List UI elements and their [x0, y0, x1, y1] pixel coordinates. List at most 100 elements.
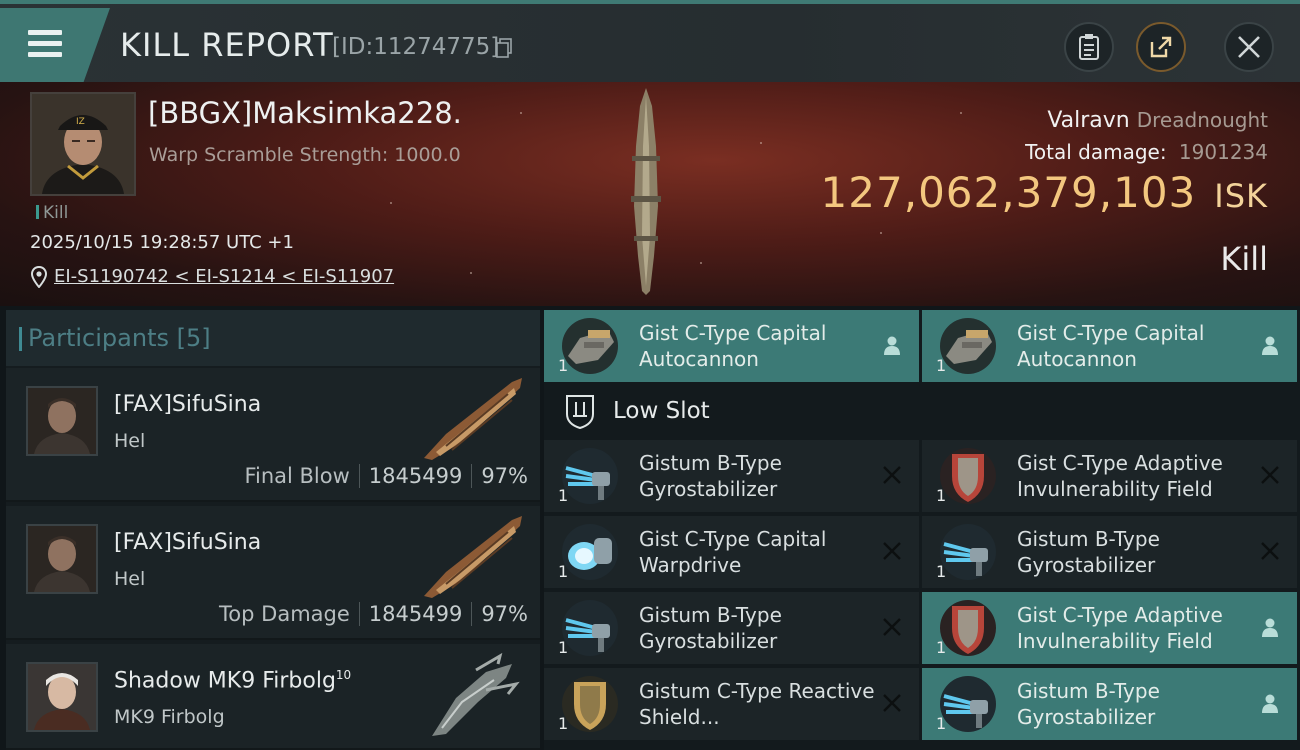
person-icon[interactable]: [1259, 334, 1281, 356]
participant-percent: 97%: [481, 602, 528, 626]
participant-avatar: [26, 662, 98, 732]
carrier-ship-icon: [424, 516, 522, 598]
low-slot-label: Low Slot: [613, 398, 710, 424]
participants-count: [5]: [176, 324, 211, 352]
isk-unit: ISK: [1214, 177, 1268, 215]
location-link[interactable]: EI-S1190742 < EI-S1214 < EI-S11907: [54, 266, 394, 287]
close-icon[interactable]: [881, 540, 903, 562]
participant-role: Final Blow: [244, 464, 350, 488]
module-name: Gistum B-Type Gyrostabilizer: [1017, 527, 1160, 577]
ship-name[interactable]: Valravn: [1047, 108, 1129, 133]
close-icon[interactable]: [881, 692, 903, 714]
participant-name[interactable]: Shadow MK9 Firbolg10: [114, 668, 351, 693]
participants-header[interactable]: Participants [5]: [6, 310, 540, 366]
svg-text:IZ: IZ: [76, 117, 85, 127]
module-qty: 1: [558, 638, 569, 657]
total-damage-value: 1901234: [1178, 140, 1268, 164]
close-button[interactable]: [1224, 22, 1274, 72]
victim-ship: Valravn Dreadnought: [1047, 108, 1268, 133]
module-item[interactable]: 1 Gistum B-Type Gyrostabilizer: [922, 668, 1297, 740]
module-item[interactable]: 1 Gistum C-Type Reactive Shield...: [544, 668, 919, 740]
result-label: Kill: [1220, 240, 1268, 278]
share-button[interactable]: [1136, 22, 1186, 72]
menu-button[interactable]: [0, 8, 110, 82]
participant-role: Top Damage: [219, 602, 350, 626]
module-name: Gistum B-Type Gyrostabilizer: [639, 451, 782, 501]
victim-stat: Warp Scramble Strength: 1000.0: [149, 144, 461, 166]
module-item[interactable]: 1 Gist C-Type Adaptive Invulnerability F…: [922, 440, 1297, 512]
module-name: Gistum C-Type Reactive Shield...: [639, 679, 875, 729]
module-qty: 1: [558, 714, 569, 733]
participant-damage: 1845499: [368, 464, 463, 488]
total-damage-label: Total damage:: [1025, 140, 1167, 164]
module-qty: 1: [936, 714, 947, 733]
module-item[interactable]: 1 Gistum B-Type Gyrostabilizer: [544, 440, 919, 512]
person-icon[interactable]: [1259, 616, 1281, 638]
isk-amount: 127,062,379,103: [820, 168, 1197, 217]
module-qty: 1: [558, 486, 569, 505]
module-name: Gistum B-Type Gyrostabilizer: [639, 603, 782, 653]
module-item[interactable]: 1 Gistum B-Type Gyrostabilizer: [922, 516, 1297, 588]
person-icon[interactable]: [881, 334, 903, 356]
participants-label: Participants: [28, 324, 169, 352]
header-bar: KILL REPORT [ID:11274775]: [0, 0, 1300, 82]
module-item[interactable]: 1 Gistum B-Type Gyrostabilizer: [544, 592, 919, 664]
participant-ship: Hel: [114, 568, 146, 590]
event-type-tag: Kill: [36, 203, 68, 223]
close-icon: [1238, 36, 1260, 58]
page-title: KILL REPORT: [120, 26, 334, 64]
close-icon[interactable]: [1259, 464, 1281, 486]
module-qty: 1: [936, 562, 947, 581]
module-qty: 1: [558, 356, 569, 375]
participant-stats: Final Blow 1845499 97%: [244, 464, 528, 488]
clipboard-icon: [1079, 34, 1099, 60]
participant-row[interactable]: Shadow MK9 Firbolg10 MK9 Firbolg: [6, 644, 540, 750]
module-name: Gist C-Type Capital Autocannon: [639, 321, 827, 371]
module-item[interactable]: 1 Gist C-Type Capital Warpdrive: [544, 516, 919, 588]
pilot-portrait-icon: IZ: [32, 94, 134, 194]
participant-damage: 1845499: [368, 602, 463, 626]
low-slot-header: Low Slot: [544, 386, 1300, 440]
pilot-portrait-icon: [28, 388, 96, 454]
pilot-portrait-icon: [28, 664, 96, 730]
participant-ship: MK9 Firbolg: [114, 706, 225, 728]
share-icon: [1150, 36, 1172, 58]
module-name: Gistum B-Type Gyrostabilizer: [1017, 679, 1160, 729]
person-icon[interactable]: [1259, 692, 1281, 714]
location-pin-icon: [31, 266, 47, 288]
module-item[interactable]: 1 Gist C-Type Adaptive Invulnerability F…: [922, 592, 1297, 664]
kill-datetime: 2025/10/15 19:28:57 UTC +1: [30, 232, 294, 253]
clipboard-button[interactable]: [1064, 22, 1114, 72]
module-name: Gist C-Type Adaptive Invulnerability Fie…: [1017, 451, 1223, 501]
carrier-ship-icon: [424, 378, 522, 460]
fitting-panel: 1 Gist C-Type Capital Autocannon 1 Gist …: [544, 310, 1300, 750]
participant-row[interactable]: [FAX]SifuSina Hel Top Damage 1845499 97%: [6, 506, 540, 640]
pilot-portrait-icon: [28, 526, 96, 592]
low-slot-icon: [566, 395, 594, 430]
close-icon[interactable]: [1259, 540, 1281, 562]
menu-icon: [28, 41, 62, 46]
participant-name[interactable]: [FAX]SifuSina: [114, 392, 261, 417]
close-icon[interactable]: [881, 616, 903, 638]
participant-avatar: [26, 386, 98, 456]
isk-value: 127,062,379,103 ISK: [821, 168, 1268, 217]
participant-ship: Hel: [114, 430, 146, 452]
menu-icon: [28, 30, 62, 35]
victim-avatar[interactable]: IZ: [30, 92, 136, 196]
report-id: [ID:11274775]: [332, 34, 500, 60]
close-icon[interactable]: [881, 464, 903, 486]
module-qty: 1: [936, 486, 947, 505]
module-item[interactable]: 1 Gist C-Type Capital Autocannon: [922, 310, 1297, 382]
participant-name[interactable]: [FAX]SifuSina: [114, 530, 261, 555]
module-item[interactable]: 1 Gist C-Type Capital Autocannon: [544, 310, 919, 382]
frigate-ship-icon: [432, 652, 520, 736]
module-qty: 1: [558, 562, 569, 581]
module-qty: 1: [936, 638, 947, 657]
victim-name[interactable]: [BBGX]Maksimka228.: [148, 96, 462, 130]
participant-row[interactable]: [FAX]SifuSina Hel Final Blow 1845499 97%: [6, 368, 540, 502]
module-name: Gist C-Type Capital Autocannon: [1017, 321, 1205, 371]
participant-level: 10: [335, 668, 352, 682]
module-name: Gist C-Type Adaptive Invulnerability Fie…: [1017, 603, 1223, 653]
total-damage: Total damage: 1901234: [1025, 140, 1268, 164]
copy-icon[interactable]: [496, 38, 512, 58]
